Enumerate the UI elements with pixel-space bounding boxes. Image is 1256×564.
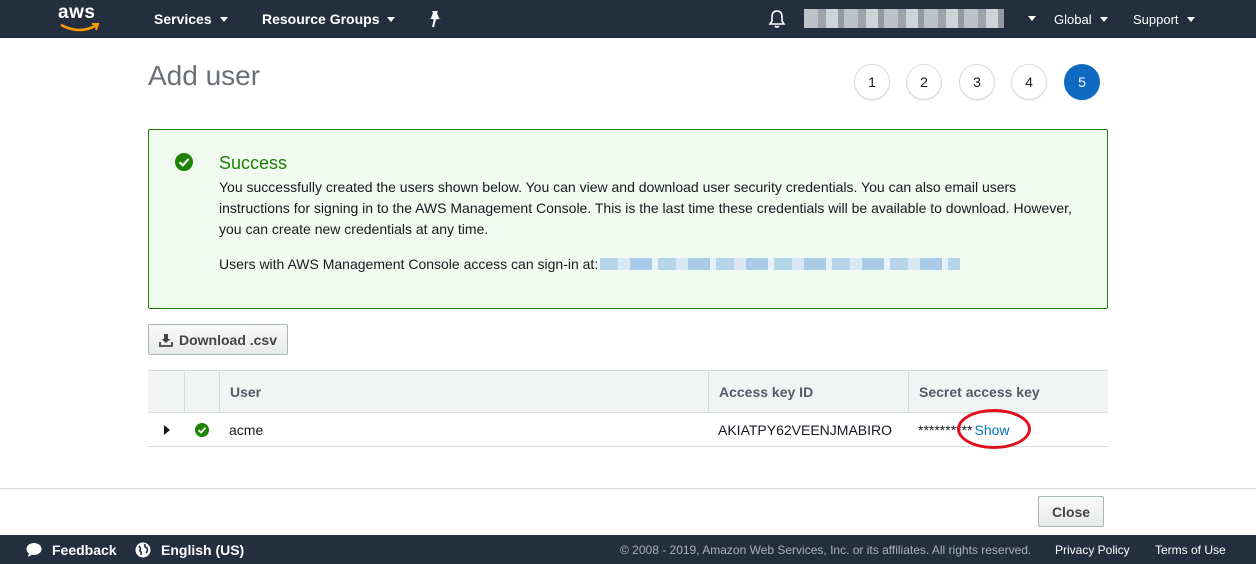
expand-row-icon[interactable] [164, 425, 170, 435]
status-column-header [184, 371, 219, 412]
top-navigation-bar: aws Services Resource Groups Global Supp… [0, 0, 1256, 38]
wizard-step-5-active[interactable]: 5 [1064, 64, 1100, 100]
signin-url-redacted[interactable] [600, 258, 961, 270]
copyright-text: © 2008 - 2019, Amazon Web Services, Inc.… [620, 542, 1032, 557]
aws-logo-text: aws [58, 2, 96, 23]
expand-column-header [148, 371, 184, 412]
region-label: Global [1054, 11, 1092, 27]
download-csv-label: Download .csv [178, 331, 278, 348]
resource-groups-label: Resource Groups [262, 11, 380, 27]
globe-icon [135, 542, 151, 557]
account-menu-redacted[interactable] [804, 9, 1004, 28]
check-circle-icon [175, 153, 193, 171]
wizard-step-4[interactable]: 4 [1011, 64, 1047, 100]
pin-icon[interactable] [427, 10, 443, 28]
check-circle-icon [195, 423, 209, 437]
language-label: English (US) [161, 541, 245, 558]
console-footer-bar: Feedback English (US) © 2008 - 2019, Ama… [0, 535, 1256, 564]
success-title: Success [219, 153, 288, 173]
services-menu[interactable]: Services [154, 0, 228, 38]
speech-bubble-icon [26, 542, 42, 557]
download-icon [159, 333, 173, 347]
access-key-id-cell: AKIATPY62VEENJMABIRO [718, 421, 893, 438]
secret-access-key-column-header[interactable]: Secret access key [908, 371, 1108, 412]
terms-of-use-link[interactable]: Terms of Use [1155, 535, 1226, 564]
close-button[interactable]: Close [1038, 496, 1104, 527]
feedback-label: Feedback [52, 541, 117, 558]
wizard-step-1[interactable]: 1 [854, 64, 890, 100]
aws-smile-icon [60, 23, 100, 32]
chevron-down-icon [1099, 16, 1108, 22]
feedback-link[interactable]: Feedback [26, 535, 117, 564]
chevron-down-icon [1186, 16, 1195, 22]
secret-masked-value: ********** [918, 421, 973, 438]
success-alert: Success You successfully created the use… [148, 129, 1108, 309]
chevron-down-icon[interactable] [1028, 16, 1036, 21]
support-label: Support [1133, 11, 1179, 27]
user-column-header[interactable]: User [219, 371, 708, 412]
bell-icon[interactable] [768, 9, 786, 29]
resource-groups-menu[interactable]: Resource Groups [262, 0, 396, 38]
signin-label: Users with AWS Management Console access… [219, 256, 599, 272]
support-menu[interactable]: Support [1133, 0, 1195, 38]
chevron-down-icon [219, 16, 228, 22]
chevron-down-icon [387, 16, 396, 22]
users-credentials-table: User Access key ID Secret access key acm… [148, 370, 1108, 449]
language-selector[interactable]: English (US) [135, 535, 244, 564]
secret-access-key-cell: ********** Show [908, 413, 1010, 446]
download-csv-button[interactable]: Download .csv [148, 324, 288, 355]
aws-logo[interactable]: aws [58, 2, 102, 34]
table-header-row: User Access key ID Secret access key [148, 370, 1108, 413]
footer-divider [0, 488, 1256, 489]
success-message: You successfully created the users shown… [219, 179, 1072, 237]
user-cell: acme [229, 421, 264, 438]
wizard-step-3[interactable]: 3 [959, 64, 995, 100]
signin-url-line: Users with AWS Management Console access… [219, 256, 961, 272]
show-secret-link[interactable]: Show [974, 422, 1009, 438]
page-title: Add user [148, 60, 261, 91]
privacy-policy-link[interactable]: Privacy Policy [1055, 535, 1130, 564]
table-row: acme AKIATPY62VEENJMABIRO ********** Sho… [148, 409, 1108, 449]
services-label: Services [154, 11, 212, 27]
wizard-step-2[interactable]: 2 [906, 64, 942, 100]
access-key-id-column-header[interactable]: Access key ID [708, 371, 908, 412]
region-menu[interactable]: Global [1054, 0, 1108, 38]
